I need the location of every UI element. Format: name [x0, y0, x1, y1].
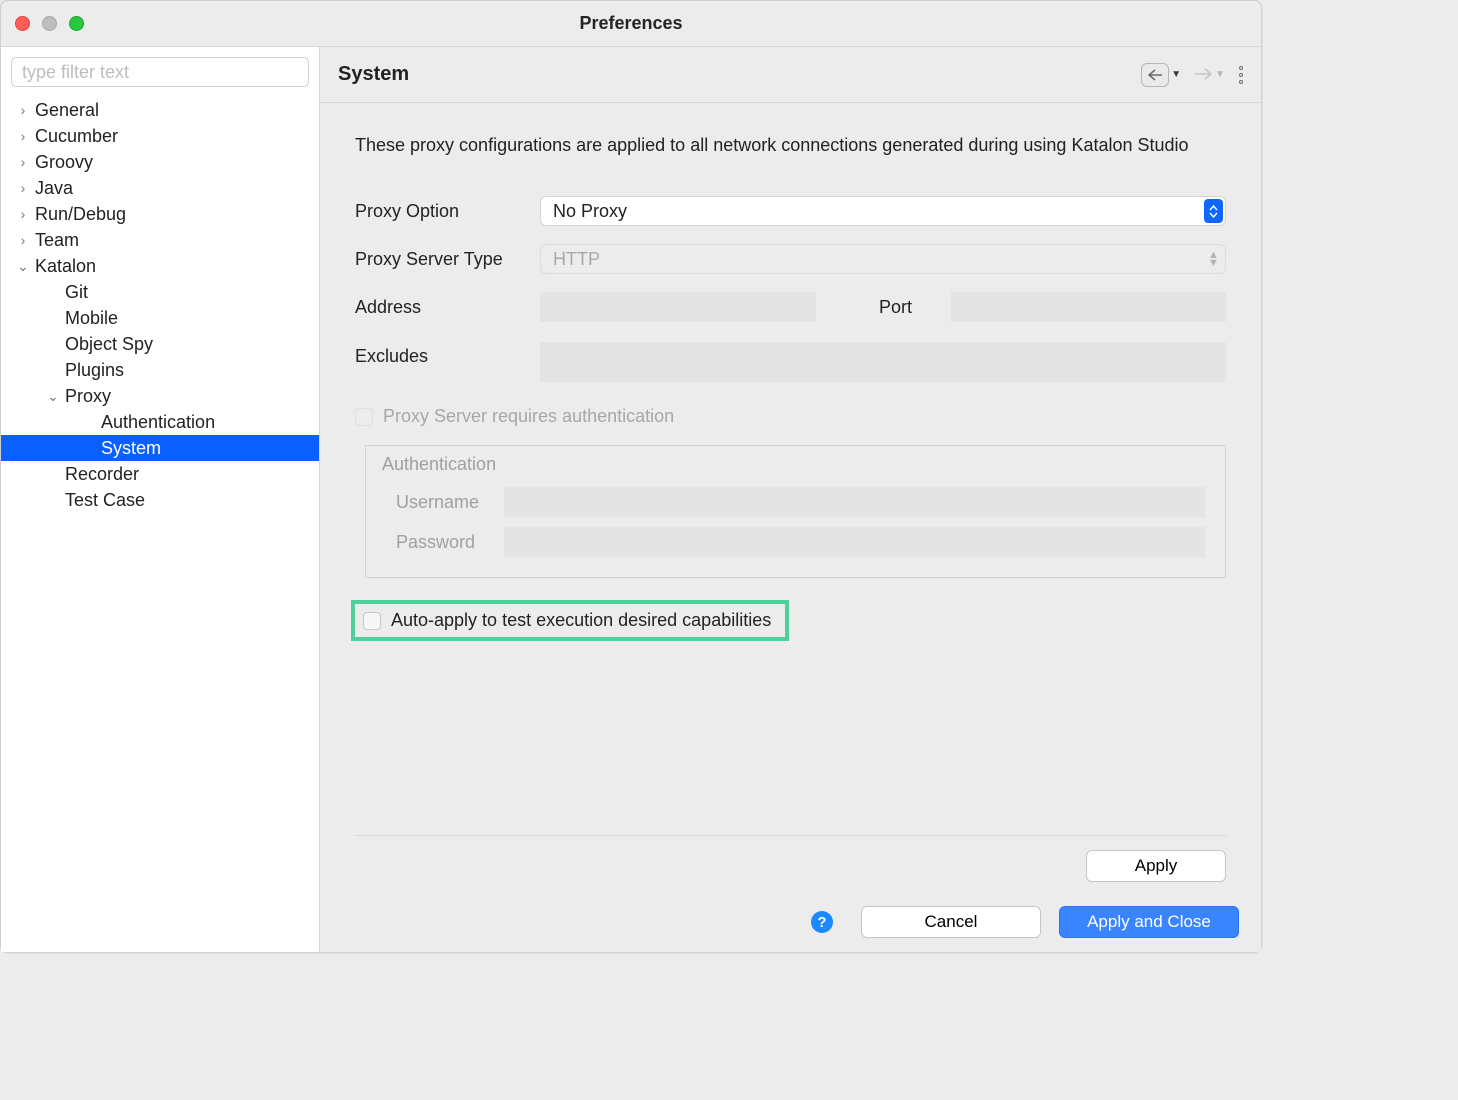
requires-auth-label: Proxy Server requires authentication [383, 406, 674, 427]
tree-item-proxy[interactable]: ⌄Proxy [1, 383, 319, 409]
tree-item-team[interactable]: ›Team [1, 227, 319, 253]
tree-label: Mobile [65, 308, 118, 329]
filter-input[interactable] [11, 57, 309, 87]
address-input [540, 292, 816, 322]
address-label: Address [355, 297, 540, 318]
tree: ›General ›Cucumber ›Groovy ›Java ›Run/De… [1, 95, 319, 513]
tree-item-plugins[interactable]: ›Plugins [1, 357, 319, 383]
tree-label: Run/Debug [35, 204, 126, 225]
proxy-server-type-label: Proxy Server Type [355, 249, 540, 270]
apply-row: Apply [320, 850, 1261, 892]
titlebar: Preferences [1, 1, 1261, 47]
nav-back-button[interactable]: ▼ [1141, 63, 1181, 87]
content-body: These proxy configurations are applied t… [320, 103, 1261, 850]
separator [355, 835, 1226, 836]
excludes-label: Excludes [355, 342, 540, 367]
tree-label: Team [35, 230, 79, 251]
tree-item-java[interactable]: ›Java [1, 175, 319, 201]
chevron-down-icon: ⌄ [45, 388, 61, 405]
requires-auth-checkbox [355, 408, 373, 426]
tree-label: Plugins [65, 360, 124, 381]
tree-item-general[interactable]: ›General [1, 97, 319, 123]
tree-label: Groovy [35, 152, 93, 173]
auto-apply-label: Auto-apply to test execution desired cap… [391, 610, 771, 631]
tree-item-katalon[interactable]: ⌄Katalon [1, 253, 319, 279]
address-port-row: Address Port [355, 292, 1226, 322]
tree-label: General [35, 100, 99, 121]
authentication-group: Authentication Username Password [365, 445, 1226, 578]
password-row: Password [396, 527, 1205, 557]
tree-label: Java [35, 178, 73, 199]
proxy-option-label: Proxy Option [355, 201, 540, 222]
description-text: These proxy configurations are applied t… [355, 133, 1215, 158]
updown-icon [1204, 199, 1223, 223]
tree-item-cucumber[interactable]: ›Cucumber [1, 123, 319, 149]
window-body: ›General ›Cucumber ›Groovy ›Java ›Run/De… [1, 47, 1261, 952]
username-input [504, 487, 1205, 517]
tree-item-authentication[interactable]: Authentication [1, 409, 319, 435]
auto-apply-checkbox[interactable] [363, 612, 381, 630]
proxy-option-select[interactable]: No Proxy [540, 196, 1226, 226]
cancel-button[interactable]: Cancel [861, 906, 1041, 938]
tree-label: Object Spy [65, 334, 153, 355]
excludes-row: Excludes [355, 342, 1226, 382]
tree-label: Cucumber [35, 126, 118, 147]
content: System ▼ ▼ [319, 47, 1261, 952]
dropdown-icon: ▼ [1171, 69, 1181, 80]
tree-label: Proxy [65, 386, 111, 407]
content-header: System ▼ ▼ [320, 47, 1261, 103]
page-title: System [338, 63, 409, 86]
port-label: Port [841, 297, 951, 318]
help-icon[interactable]: ? [811, 911, 833, 933]
tree-item-system[interactable]: System [1, 435, 319, 461]
nav-forward-button: ▼ [1195, 65, 1225, 85]
proxy-option-row: Proxy Option No Proxy [355, 196, 1226, 226]
proxy-server-type-select: HTTP ▲▼ [540, 244, 1226, 274]
excludes-input [540, 342, 1226, 382]
header-controls: ▼ ▼ [1141, 63, 1243, 87]
tree-item-git[interactable]: ›Git [1, 279, 319, 305]
chevron-down-icon: ⌄ [15, 258, 31, 275]
tree-label: System [101, 438, 161, 459]
apply-button[interactable]: Apply [1086, 850, 1226, 882]
updown-icon: ▲▼ [1204, 247, 1223, 271]
arrow-left-icon [1141, 63, 1169, 87]
select-value: No Proxy [553, 201, 627, 222]
footer: ? Cancel Apply and Close [320, 892, 1261, 952]
tree-item-test-case[interactable]: ›Test Case [1, 487, 319, 513]
sidebar: ›General ›Cucumber ›Groovy ›Java ›Run/De… [1, 47, 319, 952]
tree-label: Test Case [65, 490, 145, 511]
tree-item-groovy[interactable]: ›Groovy [1, 149, 319, 175]
username-row: Username [396, 487, 1205, 517]
requires-auth-row: Proxy Server requires authentication [355, 406, 1226, 427]
apply-close-button[interactable]: Apply and Close [1059, 906, 1239, 938]
auto-apply-highlight: Auto-apply to test execution desired cap… [351, 600, 789, 641]
tree-item-object-spy[interactable]: ›Object Spy [1, 331, 319, 357]
arrow-right-icon [1195, 65, 1213, 85]
tree-item-recorder[interactable]: ›Recorder [1, 461, 319, 487]
preferences-window: Preferences ›General ›Cucumber ›Groovy ›… [0, 0, 1262, 953]
tree-label: Git [65, 282, 88, 303]
tree-label: Katalon [35, 256, 96, 277]
authentication-title: Authentication [366, 446, 1225, 481]
password-input [504, 527, 1205, 557]
select-value: HTTP [553, 249, 600, 270]
username-label: Username [396, 492, 504, 513]
tree-item-mobile[interactable]: ›Mobile [1, 305, 319, 331]
dropdown-icon: ▼ [1215, 69, 1225, 80]
tree-label: Recorder [65, 464, 139, 485]
proxy-server-type-row: Proxy Server Type HTTP ▲▼ [355, 244, 1226, 274]
tree-label: Authentication [101, 412, 215, 433]
menu-icon[interactable] [1239, 66, 1243, 84]
password-label: Password [396, 532, 504, 553]
window-title: Preferences [1, 13, 1261, 34]
tree-item-run-debug[interactable]: ›Run/Debug [1, 201, 319, 227]
port-input [951, 292, 1227, 322]
